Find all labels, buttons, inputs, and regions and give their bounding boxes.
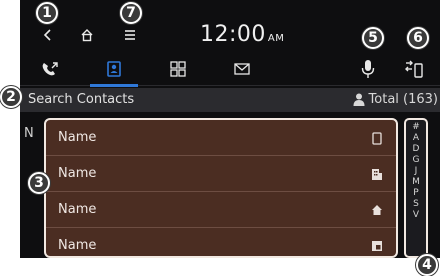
section-letter: N	[24, 126, 34, 141]
home-icon[interactable]	[80, 22, 94, 56]
tab-bar	[20, 52, 440, 87]
back-icon[interactable]	[42, 22, 52, 56]
microphone-icon	[361, 60, 375, 78]
contact-name: Name	[58, 166, 97, 181]
person-icon	[353, 93, 365, 106]
phone-switch-icon	[405, 60, 423, 78]
contact-name: Name	[58, 238, 97, 253]
index-letter[interactable]: M	[412, 177, 420, 188]
contact-name: Name	[58, 130, 97, 145]
callout-badge: 7	[120, 2, 142, 24]
menu-icon[interactable]	[124, 22, 136, 56]
contact-row[interactable]: Name	[46, 156, 396, 192]
index-letter[interactable]: D	[413, 144, 420, 155]
dial-pad-icon	[170, 61, 186, 77]
switch-phone-button[interactable]	[394, 52, 434, 86]
index-letter[interactable]: P	[413, 188, 418, 199]
tab-messages[interactable]	[212, 52, 272, 86]
message-icon	[234, 63, 250, 75]
search-contacts-bar[interactable]: Search Contacts Total (163)	[20, 88, 440, 112]
search-contacts-label[interactable]: Search Contacts	[28, 92, 134, 107]
tab-contacts[interactable]	[84, 52, 144, 87]
mobile-phone-icon	[370, 131, 384, 145]
contact-row[interactable]: Name	[46, 120, 396, 156]
index-letter[interactable]: A	[413, 133, 419, 144]
voice-search-button[interactable]	[348, 52, 388, 86]
index-letter[interactable]: G	[413, 155, 420, 166]
callout-badge: 3	[28, 172, 50, 194]
contacts-icon	[107, 61, 121, 77]
tab-dial-pad[interactable]	[148, 52, 208, 86]
contacts-list: Name Name Name Name	[44, 118, 398, 258]
home-phone-icon	[370, 203, 384, 217]
callout-badge: 2	[0, 86, 22, 108]
index-letter[interactable]: S	[413, 199, 419, 210]
other-phone-icon	[370, 239, 384, 253]
tab-call-history[interactable]	[20, 52, 80, 86]
callout-badge: 4	[416, 254, 438, 276]
clock-time: 12:00	[200, 22, 266, 47]
clock-ampm: AM	[267, 33, 285, 44]
contact-name: Name	[58, 202, 97, 217]
index-letter[interactable]: #	[412, 122, 420, 133]
alphabet-index-scroller[interactable]: # A D G J M P S V	[404, 118, 428, 258]
contacts-total: Total (163)	[353, 92, 438, 107]
callout-badge: 5	[362, 27, 384, 49]
contacts-total-label: Total (163)	[368, 92, 438, 107]
clock: 12:00 AM	[200, 22, 284, 47]
call-history-icon	[42, 62, 58, 76]
contact-row[interactable]: Name	[46, 228, 396, 256]
index-letter[interactable]: J	[415, 166, 418, 177]
contact-row[interactable]: Name	[46, 192, 396, 228]
office-icon	[370, 167, 384, 181]
callout-badge: 6	[407, 27, 429, 49]
index-letter[interactable]: V	[413, 210, 419, 221]
callout-badge: 1	[36, 2, 58, 24]
